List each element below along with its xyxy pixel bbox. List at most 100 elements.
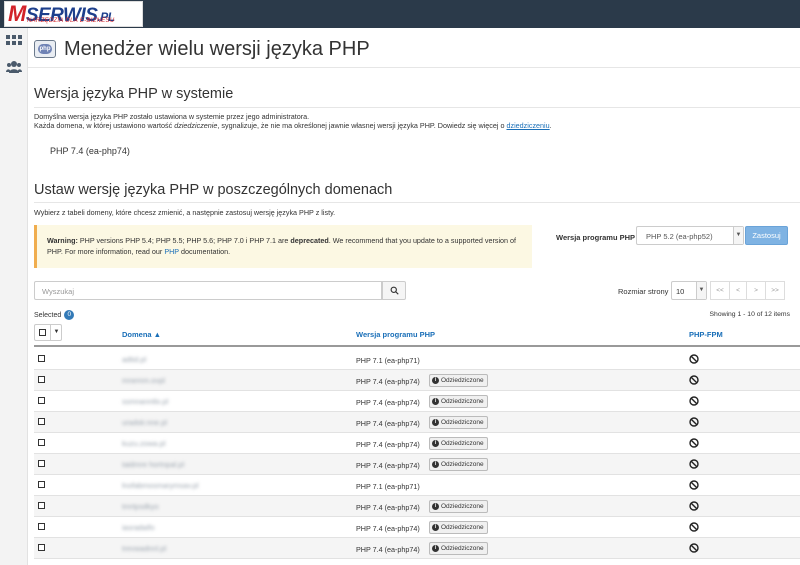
domain-name: tmrtpsdkyo xyxy=(122,502,159,511)
row-checkbox[interactable] xyxy=(38,523,45,530)
system-desc-line2: Każda domena, w której ustawiono wartość… xyxy=(34,121,552,130)
table-row[interactable]: trevwadnnl.pl PHP 7.4 (ea-php74) i Odziedzi… xyxy=(34,538,800,559)
row-checkbox[interactable] xyxy=(38,544,45,551)
search-button[interactable] xyxy=(382,281,406,300)
table-row[interactable]: iasradaifo PHP 7.4 (ea-php74) i Odziedziczo… xyxy=(34,517,800,538)
php-version-value: PHP 7.4 (ea-php74) xyxy=(356,545,420,554)
fpm-disabled-icon xyxy=(689,438,699,448)
info-icon: i xyxy=(432,377,439,384)
table-row[interactable]: taidmre hortnpal.pl PHP 7.4 (ea-php74) i Od… xyxy=(34,454,800,475)
fpm-disabled-icon xyxy=(689,354,699,364)
select-all-dropdown[interactable]: ▼ xyxy=(34,324,62,341)
apply-button[interactable]: Zastosuj xyxy=(745,226,788,245)
row-checkbox[interactable] xyxy=(38,502,45,509)
inherited-badge: i Odziedziczone xyxy=(429,395,488,408)
table-row[interactable]: lnofabmosmarymsav.pl PHP 7.1 (ea-php71) xyxy=(34,475,800,496)
domain-name: trevwadnnl.pl xyxy=(122,544,167,553)
inherited-badge: i Odziedziczone xyxy=(429,521,488,534)
domain-name: ssmnanntlo.pl xyxy=(122,397,169,406)
domain-name: mnemm.ovpl xyxy=(122,376,165,385)
brand-logo[interactable]: MSERWIS.PL NARZĘDZIA DLA E-BIZNESU xyxy=(4,1,143,27)
fpm-disabled-icon xyxy=(689,522,699,532)
fpm-disabled-icon xyxy=(689,459,699,469)
table-row[interactable]: tmrtpsdkyo PHP 7.4 (ea-php74) i Odziedziczo… xyxy=(34,496,800,517)
info-icon: i xyxy=(432,440,439,447)
info-icon: i xyxy=(432,524,439,531)
chevron-down-icon[interactable]: ▼ xyxy=(50,325,62,340)
table-row[interactable]: adtid.pl PHP 7.1 (ea-php71) xyxy=(34,349,800,370)
column-domain[interactable]: Domena ▲ xyxy=(122,330,161,339)
php-version-value: PHP 7.1 (ea-php71) xyxy=(356,356,420,365)
fpm-disabled-icon xyxy=(689,480,699,490)
row-checkbox[interactable] xyxy=(38,397,45,404)
info-icon: i xyxy=(432,461,439,468)
system-desc-line1: Domyślna wersja języka PHP zostało ustaw… xyxy=(34,112,310,121)
php-version-value: PHP 7.1 (ea-php71) xyxy=(356,482,420,491)
table-row[interactable]: ssmnanntlo.pl PHP 7.4 (ea-php74) i Odziedzi… xyxy=(34,391,800,412)
column-php-fpm[interactable]: PHP-FPM xyxy=(689,330,723,339)
php-version-value: PHP 7.4 (ea-php74) xyxy=(356,503,420,512)
domain-name: iasradaifo xyxy=(122,523,155,532)
table-row[interactable]: mnemm.ovpl PHP 7.4 (ea-php74) i Odziedziczo… xyxy=(34,370,800,391)
table-row[interactable]: uradsk:nne.pl PHP 7.4 (ea-php74) i Odziedzi… xyxy=(34,412,800,433)
inherited-label: Odziedziczone xyxy=(441,398,484,405)
fpm-disabled-icon xyxy=(689,375,699,385)
inherited-label: Odziedziczone xyxy=(441,503,484,510)
divider xyxy=(28,67,800,68)
inherited-label: Odziedziczone xyxy=(441,440,484,447)
domains-heading: Ustaw wersję języka PHP w poszczególnych… xyxy=(34,182,393,198)
info-icon: i xyxy=(432,398,439,405)
page-title: Menedżer wielu wersji języka PHP xyxy=(64,37,370,60)
users-icon[interactable] xyxy=(6,59,22,75)
row-checkbox[interactable] xyxy=(38,376,45,383)
fpm-disabled-icon xyxy=(689,501,699,511)
logo-tagline: NARZĘDZIA DLA E-BIZNESU xyxy=(27,18,115,24)
info-icon: i xyxy=(432,419,439,426)
table-row[interactable]: kuzu.zowa.pl PHP 7.4 (ea-php74) i Odziedzic… xyxy=(34,433,800,454)
selected-badge: 0 xyxy=(64,310,75,320)
php-icon: php xyxy=(34,40,56,58)
php-version-value: PHP 7.4 (ea-php74) xyxy=(356,377,420,386)
php-version-value: PHP 7.4 (ea-php74) xyxy=(356,524,420,533)
page-size-label: Rozmiar strony xyxy=(618,287,669,296)
last-page-button[interactable]: >> xyxy=(765,281,785,300)
row-checkbox[interactable] xyxy=(38,460,45,467)
row-checkbox[interactable] xyxy=(38,418,45,425)
inherited-label: Odziedziczone xyxy=(441,524,484,531)
top-bar: MSERWIS.PL NARZĘDZIA DLA E-BIZNESU xyxy=(0,0,800,28)
inherited-badge: i Odziedziczone xyxy=(429,500,488,513)
search-input[interactable]: Wyszukaj xyxy=(34,281,382,300)
php-version-value: PHP 7.4 (ea-php74) xyxy=(356,440,420,449)
inherited-label: Odziedziczone xyxy=(441,461,484,468)
inherited-label: Odziedziczone xyxy=(441,419,484,426)
row-checkbox[interactable] xyxy=(38,439,45,446)
domain-name: adtid.pl xyxy=(122,355,147,364)
select-all-checkbox[interactable] xyxy=(39,329,46,336)
prev-page-button[interactable]: < xyxy=(729,281,747,300)
sidebar xyxy=(0,28,28,565)
first-page-button[interactable]: << xyxy=(710,281,730,300)
inherited-badge: i Odziedziczone xyxy=(429,374,488,387)
column-php-version[interactable]: Wersja programu PHP xyxy=(356,330,435,339)
row-checkbox[interactable] xyxy=(38,355,45,362)
php-version-value: PHP 7.4 (ea-php74) xyxy=(356,419,420,428)
apps-grid-icon[interactable] xyxy=(6,34,22,50)
page-size-select[interactable]: 10 ▼ xyxy=(671,281,707,300)
php-docs-link[interactable]: PHP xyxy=(164,247,179,256)
inheritance-link[interactable]: dziedziczeniu xyxy=(506,121,549,130)
php-version-value: PHP 7.4 (ea-php74) xyxy=(356,461,420,470)
domain-name: uradsk:nne.pl xyxy=(122,418,168,427)
fpm-disabled-icon xyxy=(689,396,699,406)
pagination: << < > >> xyxy=(710,281,785,300)
domain-name: taidmre hortnpal.pl xyxy=(122,460,185,469)
divider xyxy=(34,202,800,203)
inherited-badge: i Odziedziczone xyxy=(429,458,488,471)
php-version-select[interactable]: PHP 5.2 (ea-php52) ▼ xyxy=(636,226,744,245)
php-version-label: Wersja programu PHP xyxy=(556,233,636,242)
row-checkbox[interactable] xyxy=(38,481,45,488)
current-system-version: PHP 7.4 (ea-php74) xyxy=(50,146,130,156)
chevron-down-icon: ▼ xyxy=(696,282,706,299)
next-page-button[interactable]: > xyxy=(746,281,766,300)
info-icon: i xyxy=(432,545,439,552)
main-content: php Menedżer wielu wersji języka PHP Wer… xyxy=(28,28,800,565)
